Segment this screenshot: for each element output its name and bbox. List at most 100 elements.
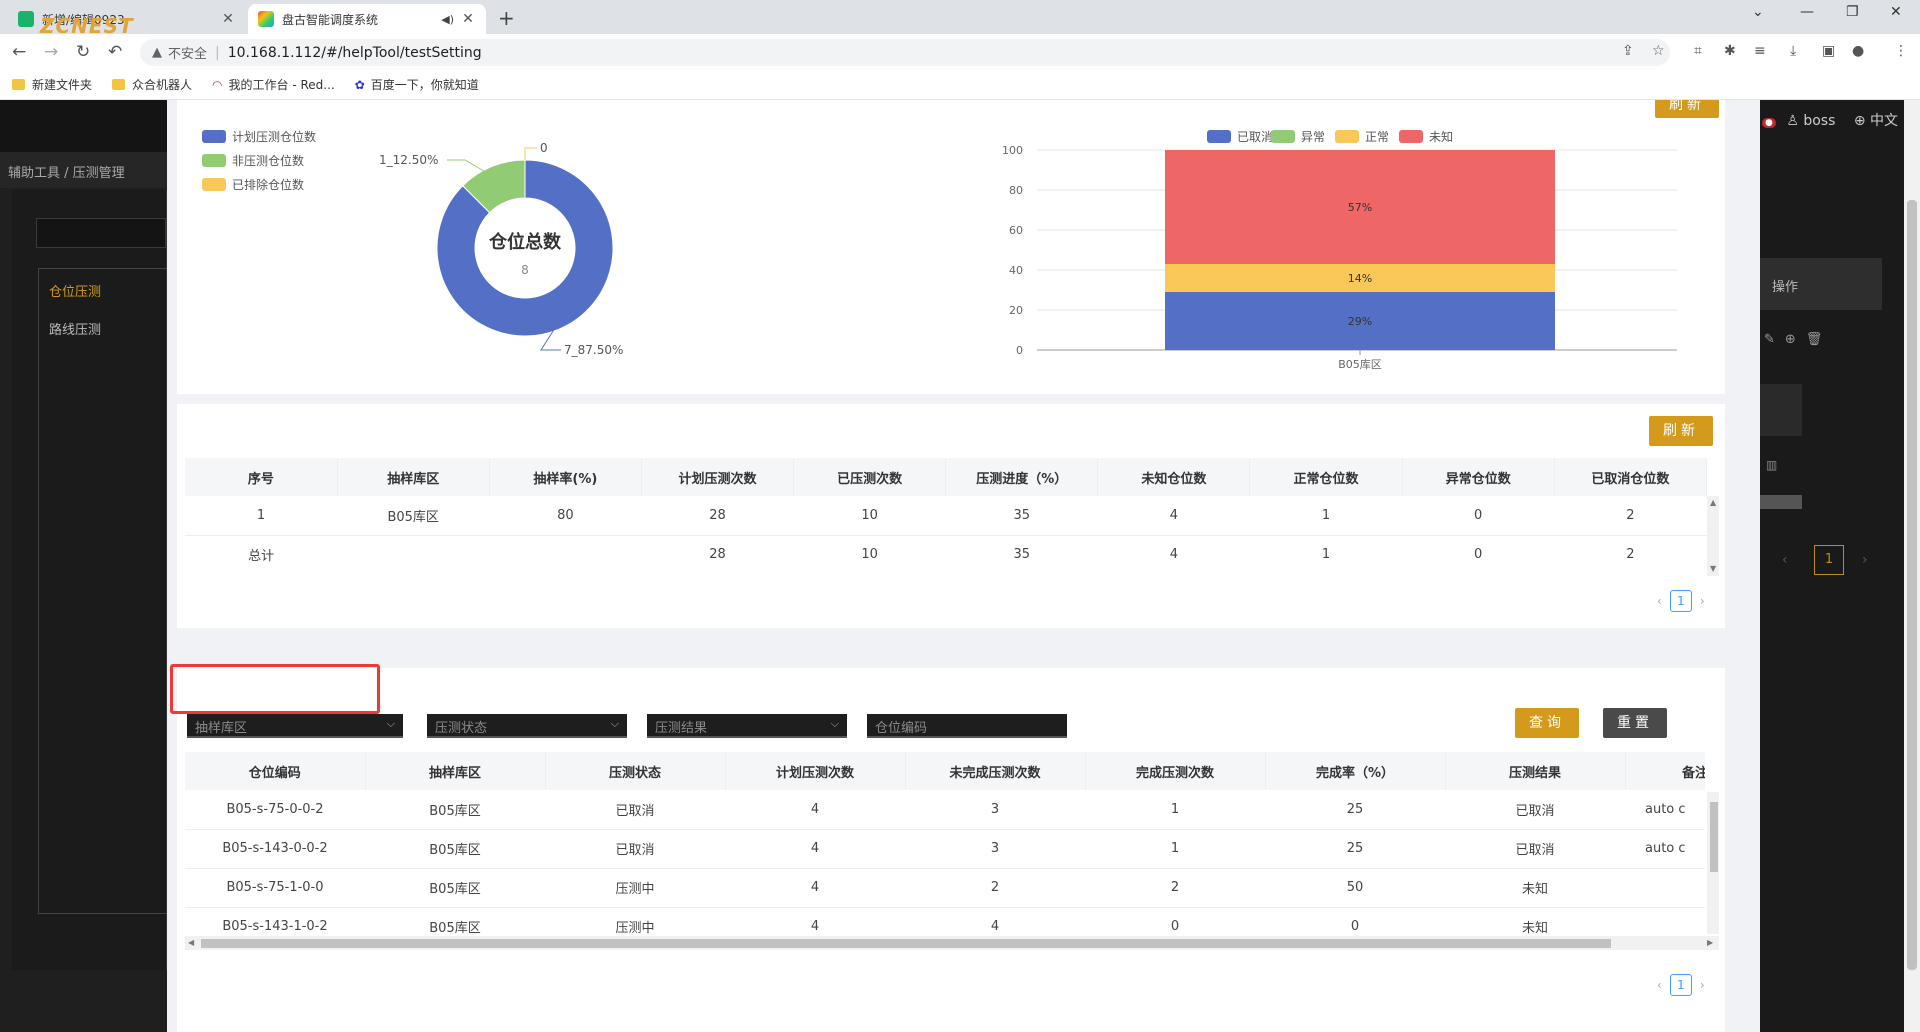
left-search-input[interactable] [36, 218, 166, 248]
undo-icon[interactable]: ↶ [108, 42, 122, 62]
column-header: 序号 [185, 458, 338, 496]
close-window-button[interactable]: ✕ [1890, 4, 1902, 20]
table-row[interactable]: B05-s-143-0-0-2 B05库区 已取消 4 3 1 25 已取消 auto c [185, 829, 1705, 869]
page-scrollbar[interactable] [1904, 100, 1920, 1032]
bookmark-link[interactable]: ◠ 我的工作台 - Red... [212, 76, 335, 93]
result-filter-select[interactable]: 压测结果 ⌵ [647, 714, 847, 738]
table-cell: 1 [1085, 790, 1265, 830]
status-filter-select[interactable]: 压测状态 ⌵ [427, 714, 627, 738]
chart-icon[interactable]: ▥ [1766, 458, 1777, 472]
page-number[interactable]: 1 [1669, 974, 1692, 996]
query-button[interactable]: 查询 [1515, 708, 1579, 738]
detail-vertical-scrollbar[interactable] [1707, 792, 1719, 934]
prev-page-icon[interactable]: ‹ [1657, 594, 1662, 608]
refresh-summary-button[interactable]: 刷新 [1649, 416, 1713, 446]
next-page-icon[interactable]: › [1700, 594, 1705, 608]
tab-search-icon[interactable]: ⌄ [1752, 4, 1764, 20]
table-cell: 2 [1554, 496, 1707, 536]
download-icon[interactable]: ⤓ [1790, 43, 1796, 59]
back-icon[interactable]: ← [12, 42, 26, 62]
legend-planned[interactable]: 计划压测仓位数 [202, 128, 316, 145]
crop-icon[interactable]: ⌗ [1694, 43, 1702, 59]
table-cell: 未知 [1445, 868, 1625, 908]
table-cell: 4 [725, 829, 905, 869]
table-cell: 4 [1097, 496, 1250, 536]
table-row[interactable]: B05-s-75-1-0-0 B05库区 压测中 4 2 2 50 未知 [185, 868, 1705, 908]
menu-item-route-test[interactable]: 路线压测 [49, 319, 101, 338]
summary-pagination: ‹ 1 › [1657, 590, 1705, 612]
slot-code-input[interactable]: 仓位编码 [867, 714, 1067, 738]
table-row[interactable]: B05-s-143-1-0-2 B05库区 压测中 4 4 0 0 未知 [185, 907, 1705, 934]
reset-button[interactable]: 重置 [1603, 708, 1667, 738]
minimize-button[interactable]: — [1800, 4, 1814, 20]
new-tab-button[interactable]: + [498, 6, 515, 30]
next-page-icon[interactable]: › [1862, 552, 1868, 568]
charts-card: 刷新 计划压测仓位数 非压测仓位数 已排除仓位数 仓位总数 8 1_12.50% 0 7… [177, 100, 1725, 394]
table-row[interactable]: 1 B05库区 80 28 10 35 4 1 0 2 [185, 496, 1707, 536]
table-cell [1625, 868, 1705, 908]
column-header: 抽样率(%) [489, 458, 642, 496]
tab-close-icon[interactable]: ✕ [220, 11, 236, 27]
table-cell: 35 [945, 496, 1098, 536]
table-cell: 3 [905, 790, 1085, 830]
sidepanel-icon[interactable]: ▣ [1822, 43, 1835, 59]
baidu-icon: ✿ [354, 77, 365, 92]
highlight-box [170, 664, 380, 714]
profile-icon[interactable]: ● [1852, 43, 1864, 59]
legend-non-test[interactable]: 非压测仓位数 [202, 152, 304, 169]
column-header: 备注 [1625, 752, 1705, 790]
legend-excluded[interactable]: 已排除仓位数 [202, 176, 304, 193]
tab-close-icon[interactable]: ✕ [460, 11, 476, 27]
table-row[interactable]: B05-s-75-0-0-2 B05库区 已取消 4 3 1 25 已取消 auto c [185, 790, 1705, 830]
prev-page-icon[interactable]: ‹ [1657, 978, 1662, 992]
column-header: 抽样库区 [337, 458, 490, 496]
bookmark-folder[interactable]: 众合机器人 [112, 76, 192, 93]
row-actions[interactable]: ✎⊕🗑 [1764, 332, 1832, 347]
forward-icon[interactable]: → [44, 42, 58, 62]
column-header: 压测结果 [1445, 752, 1626, 790]
area-filter-select[interactable]: 抽样库区 ⌵ [187, 714, 403, 738]
donut-label: 0 [540, 141, 548, 155]
y-tick-label: 60 [1009, 224, 1023, 237]
status-bar-chart: 0 20 40 60 80 100 29% 14% 57% B05库区 [1002, 144, 1677, 371]
table-cell: 压测中 [545, 907, 725, 934]
refresh-charts-button[interactable]: 刷新 [1655, 100, 1719, 118]
detail-horizontal-scrollbar[interactable]: ◀ ▶ [185, 936, 1719, 950]
restore-button[interactable]: ❐ [1846, 4, 1859, 20]
bookmark-star-icon[interactable]: ☆ [1652, 43, 1665, 59]
table-cell: B05库区 [365, 868, 545, 908]
table-cell: 4 [1097, 535, 1250, 574]
user-menu[interactable]: ● ♙ boss ⊕ 中文 [1762, 110, 1898, 130]
bookmark-link[interactable]: ✿ 百度一下，你就知道 [355, 76, 479, 93]
background-page-number[interactable]: 1 [1814, 545, 1844, 575]
menu-icon[interactable]: ⋮ [1894, 43, 1908, 59]
page-number[interactable]: 1 [1669, 590, 1692, 612]
notification-badge: ● [1762, 118, 1776, 128]
table-cell: 4 [725, 868, 905, 908]
table-cell: 4 [725, 907, 905, 934]
table-cell: 10 [793, 535, 946, 574]
bookmark-folder[interactable]: 新建文件夹 [12, 76, 92, 93]
summary-scrollbar[interactable]: ▲ ▼ [1707, 496, 1719, 576]
reload-icon[interactable]: ↻ [76, 42, 90, 62]
extensions-icon[interactable]: ✱ [1724, 43, 1736, 59]
table-row[interactable]: 总计 28 10 35 4 1 0 2 [185, 535, 1707, 574]
detail-pagination: ‹ 1 › [1657, 974, 1705, 996]
table-cell: 35 [945, 535, 1098, 574]
share-icon[interactable]: ⇪ [1622, 43, 1634, 59]
donut-label-line [524, 147, 537, 160]
url-field[interactable]: ▲ 不安全 | 10.168.1.112/#/helpTool/testSett… [140, 39, 1670, 66]
table-cell: 总计 [185, 535, 338, 574]
summary-card: 刷新 序号 抽样库区 抽样率(%) 计划压测次数 已压测次数 压测进度（%） 未知仓位数 正常… [177, 404, 1725, 628]
media-icon[interactable]: ≡ [1754, 43, 1766, 59]
browser-tab-2[interactable]: 盘古智能调度系统 ◀) ✕ [248, 4, 486, 34]
ops-column-header: 操作 [1760, 258, 1882, 310]
speaker-icon[interactable]: ◀) [441, 13, 454, 26]
next-page-icon[interactable]: › [1700, 978, 1705, 992]
chevron-down-icon: ⌵ [830, 717, 839, 730]
prev-page-icon[interactable]: ‹ [1782, 552, 1788, 568]
donut-center-title: 仓位总数 [488, 231, 562, 253]
security-label: 不安全 [168, 47, 208, 62]
table-cell: 未知 [1445, 907, 1625, 934]
menu-item-slot-test[interactable]: 仓位压测 [49, 281, 101, 300]
